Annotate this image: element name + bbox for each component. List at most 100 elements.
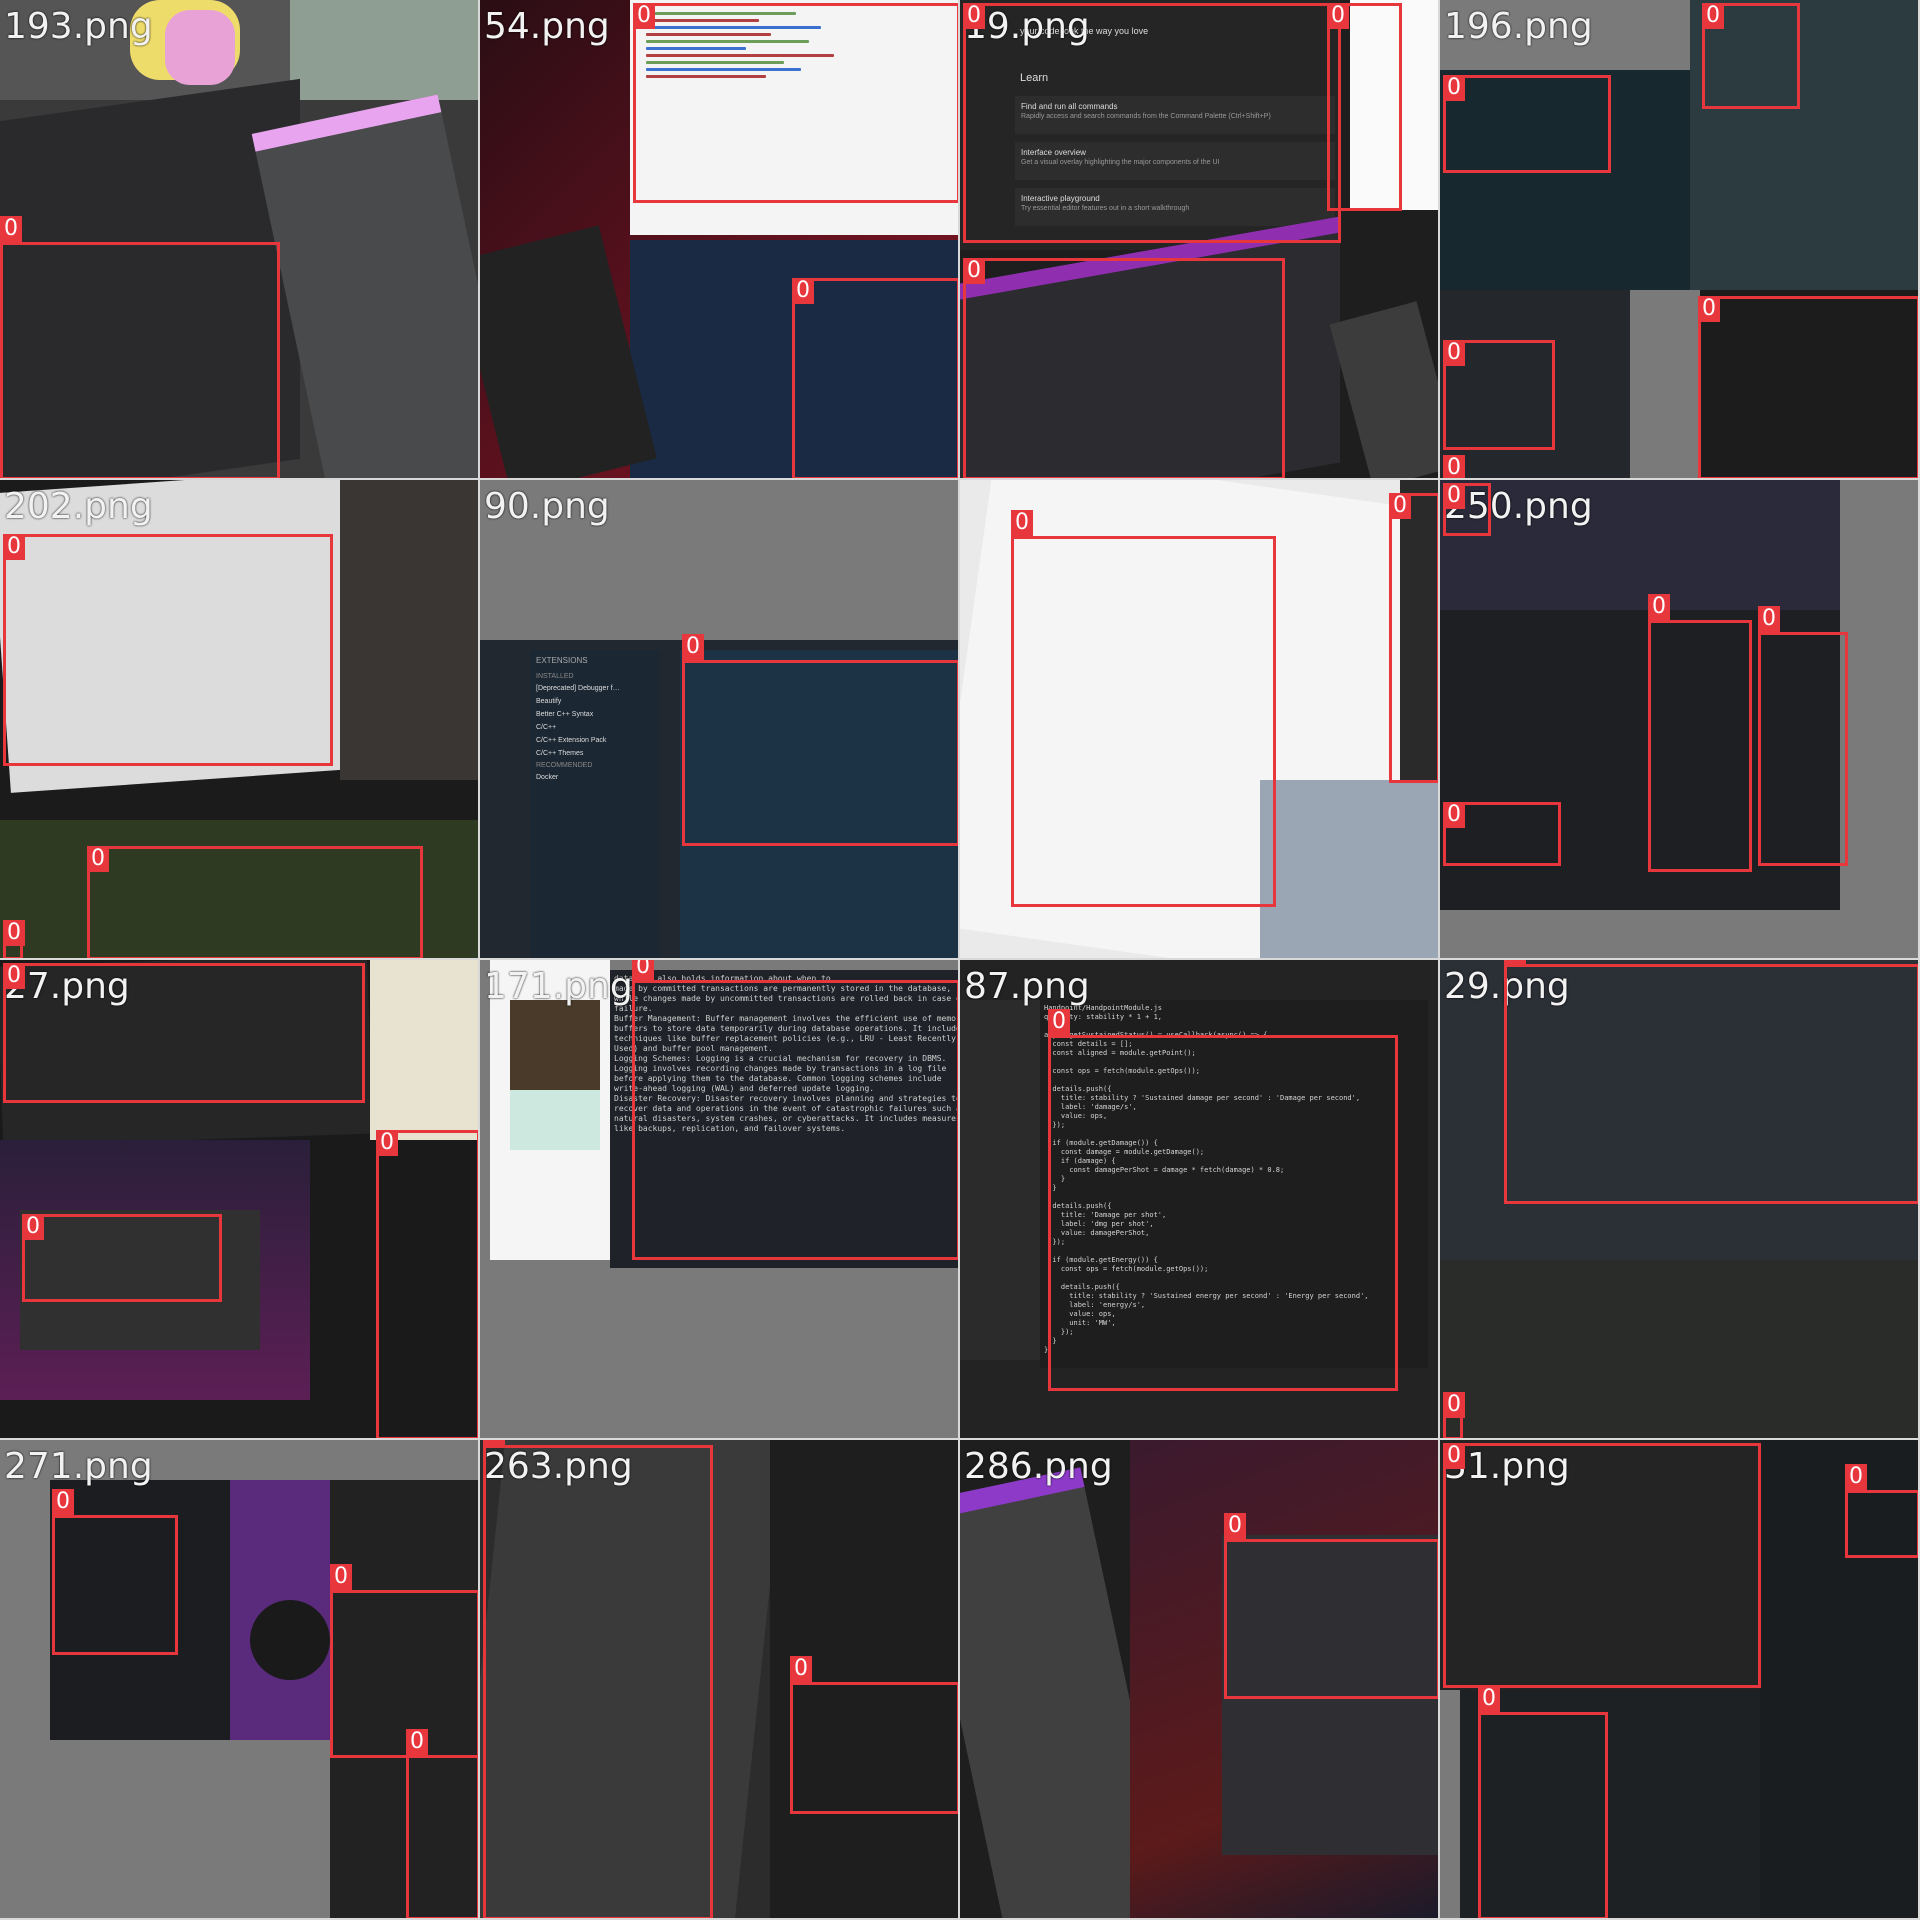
- detection-box: 0: [632, 960, 958, 1260]
- tile-171: data. It also holds information about wh…: [480, 960, 960, 1440]
- detection-box: 0: [3, 920, 25, 958]
- detection-box: 0: [483, 1440, 713, 1918]
- tile-193: 193.png 0: [0, 0, 480, 480]
- detection-label: 0: [792, 278, 814, 304]
- extensions-header: EXTENSIONS: [536, 656, 588, 665]
- detection-label: 0: [963, 3, 985, 29]
- detection-label: 0: [483, 1440, 505, 1445]
- detection-box: 0: [22, 1214, 222, 1302]
- detection-box: 0: [1443, 1443, 1761, 1688]
- detection-label: 0: [1443, 340, 1465, 366]
- detection-box: 0: [87, 846, 423, 958]
- detection-label: 0: [1758, 606, 1780, 632]
- detection-box: 0: [3, 534, 333, 766]
- section-installed: INSTALLED: [536, 673, 574, 680]
- detection-label: 0: [633, 3, 655, 29]
- detection-box: 0: [376, 1130, 478, 1438]
- detection-box: 0: [1698, 296, 1918, 478]
- detection-box: 0: [963, 3, 1341, 243]
- detection-label: 0: [1702, 3, 1724, 29]
- detection-label: 0: [1443, 1443, 1465, 1469]
- detection-label: 0: [330, 1564, 352, 1590]
- detection-box: 0: [1504, 960, 1918, 1204]
- detection-label: 0: [1327, 3, 1349, 29]
- detection-box: 0: [682, 634, 958, 846]
- tile-196: 196.png 0 0 0 0 0: [1440, 0, 1920, 480]
- tile-54: 54.png 0 0: [480, 0, 960, 480]
- detection-label: 0: [52, 1489, 74, 1515]
- detection-label: 0: [1648, 594, 1670, 620]
- detection-label: 0: [22, 1214, 44, 1240]
- extension-item[interactable]: C/C++ Extension Pack: [530, 734, 660, 747]
- detection-label: 0: [1443, 75, 1465, 101]
- filename-label: 171.png: [484, 966, 633, 1007]
- filename-label: 196.png: [1444, 6, 1593, 47]
- detection-mosaic: 193.png 0 54.png 0 0 your code look the …: [0, 0, 1920, 1920]
- filename-label: 87.png: [964, 966, 1090, 1007]
- detection-label: 0: [3, 534, 25, 560]
- detection-label: 0: [1011, 510, 1033, 536]
- detection-box: 0: [1443, 802, 1561, 866]
- section-recommended: RECOMMENDED: [536, 762, 593, 769]
- detection-label: 0: [0, 216, 22, 242]
- tile-unnamed: 0 0: [960, 480, 1440, 960]
- tile-263: 263.png 0 0: [480, 1440, 960, 1920]
- detection-box: 0: [1845, 1464, 1918, 1558]
- detection-label: 0: [1224, 1513, 1246, 1539]
- tile-202: 202.png 0 0 0: [0, 480, 480, 960]
- detection-box: 0: [963, 258, 1285, 478]
- tile-27: 27.png 0 0 0: [0, 960, 480, 1440]
- extension-item[interactable]: C/C++: [530, 721, 660, 734]
- extension-item[interactable]: Beautify: [530, 695, 660, 708]
- detection-label: 0: [1443, 802, 1465, 828]
- extension-item[interactable]: C/C++ Themes: [530, 747, 660, 760]
- detection-box: 0: [1702, 3, 1800, 109]
- filename-label: 90.png: [484, 486, 610, 527]
- extension-item[interactable]: Docker: [530, 771, 660, 784]
- filename-label: 271.png: [4, 1446, 153, 1487]
- detection-label: 0: [963, 258, 985, 284]
- detection-label: 0: [406, 1729, 428, 1755]
- detection-box: 0: [1011, 510, 1276, 907]
- detection-label: 0: [632, 960, 654, 980]
- detection-box: 0: [1443, 455, 1465, 478]
- filename-label: 202.png: [4, 486, 153, 527]
- detection-label: 0: [790, 1656, 812, 1682]
- detection-box: 0: [1758, 606, 1848, 866]
- tile-250: 250.png 0 0 0 0: [1440, 480, 1920, 960]
- tile-286: 286.png 0: [960, 1440, 1440, 1920]
- extension-item[interactable]: [Deprecated] Debugger f…: [530, 682, 660, 695]
- extension-item[interactable]: Better C++ Syntax: [530, 708, 660, 721]
- detection-box: 0: [0, 216, 280, 478]
- tile-87: Handpoint/HandpointModule.js quantity: s…: [960, 960, 1440, 1440]
- tile-271: 271.png 0 0 0: [0, 1440, 480, 1920]
- detection-label: 0: [3, 920, 25, 946]
- detection-label: 0: [1698, 296, 1720, 322]
- filename-label: 193.png: [4, 6, 153, 47]
- detection-box: 0: [52, 1489, 178, 1655]
- detection-label: 0: [1048, 1009, 1070, 1035]
- detection-box: 0: [1478, 1686, 1608, 1918]
- detection-box: 0: [792, 278, 958, 478]
- detection-box: 0: [1443, 340, 1555, 450]
- filename-label: 54.png: [484, 6, 610, 47]
- detection-label: 0: [1478, 1686, 1500, 1712]
- detection-box: 0: [1443, 483, 1491, 536]
- tile-29: 29.png 0 0: [1440, 960, 1920, 1440]
- detection-box: 0: [1443, 75, 1611, 173]
- detection-label: 0: [1443, 1392, 1465, 1418]
- detection-box: 0: [633, 3, 958, 203]
- detection-label: 0: [3, 963, 25, 989]
- detection-label: 0: [1389, 493, 1411, 519]
- detection-label: 0: [1845, 1464, 1867, 1490]
- detection-label: 0: [1504, 960, 1526, 964]
- detection-box: 0: [1389, 493, 1438, 783]
- tile-31: 31.png 0 0 0: [1440, 1440, 1920, 1920]
- tile-19: your code look the way you love Learn Fi…: [960, 0, 1440, 480]
- detection-label: 0: [376, 1130, 398, 1156]
- detection-label: 0: [682, 634, 704, 660]
- detection-box: 0: [1443, 1392, 1465, 1438]
- detection-box: 0: [1648, 594, 1752, 872]
- detection-box: 0: [1327, 3, 1402, 211]
- tile-90: EXTENSIONS INSTALLED [Deprecated] Debugg…: [480, 480, 960, 960]
